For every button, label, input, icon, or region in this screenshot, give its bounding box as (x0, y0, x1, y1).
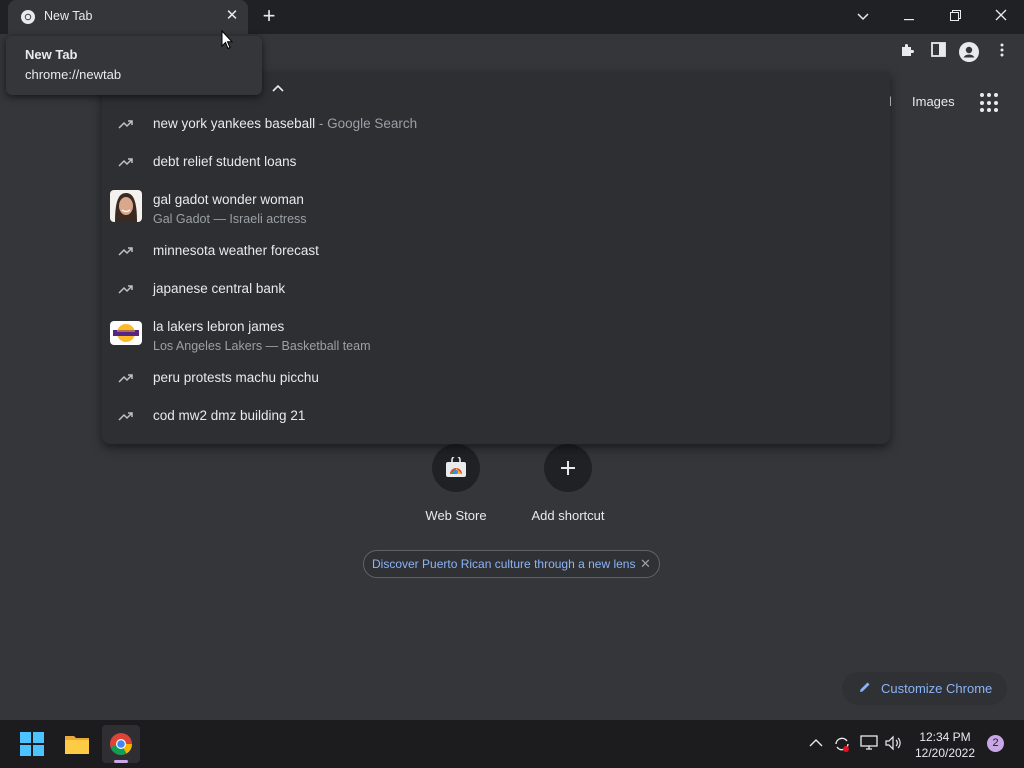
trending-icon (118, 247, 133, 256)
promo-close-icon[interactable]: ✕ (640, 556, 651, 572)
trending-icon (118, 374, 133, 383)
suggestion-text: gal gadot wonder woman (153, 192, 304, 207)
volume-icon[interactable] (884, 735, 902, 754)
suggestion-text: minnesota weather forecast (153, 243, 319, 258)
extensions-button[interactable] (896, 42, 918, 64)
shortcut-label: Web Store (425, 508, 487, 523)
network-icon[interactable] (860, 735, 878, 754)
web-store-icon (446, 457, 466, 477)
promo-text[interactable]: Discover Puerto Rican culture through a … (372, 557, 635, 571)
minimize-button[interactable] (894, 4, 924, 28)
tab-search-button[interactable] (848, 4, 878, 28)
suggestion-item[interactable]: japanese central bank (102, 271, 890, 309)
tab-new-tab[interactable]: New Tab ✕ (8, 0, 248, 34)
add-shortcut-tile (544, 444, 592, 492)
suggestion-item[interactable]: gal gadot wonder woman Gal Gadot — Israe… (102, 190, 890, 232)
notification-badge[interactable]: 2 (987, 735, 1004, 752)
suggestion-text: cod mw2 dmz building 21 (153, 408, 306, 423)
chevron-down-icon (857, 13, 869, 21)
lakers-logo-icon (110, 321, 142, 345)
suggestion-subtitle: Gal Gadot — Israeli actress (153, 212, 307, 226)
monitor-network-icon (860, 735, 878, 750)
suggestion-text: debt relief student loans (153, 154, 297, 169)
omnibox-suggestions-dropdown: new york yankees baseball - Google Searc… (102, 72, 890, 444)
suggestion-text: japanese central bank (153, 281, 286, 296)
suggestion-item[interactable]: new york yankees baseball - Google Searc… (102, 106, 890, 144)
tab-close-button[interactable]: ✕ (224, 8, 240, 24)
suggestion-item[interactable]: peru protests machu picchu (102, 360, 890, 398)
chrome-favicon-icon (21, 10, 35, 24)
hover-card-url: chrome://newtab (25, 67, 122, 82)
trending-icon (118, 285, 133, 294)
sync-icon[interactable] (833, 735, 851, 756)
kebab-menu-icon (1000, 43, 1004, 57)
suggestion-suffix: - Google Search (315, 116, 418, 131)
profile-button[interactable] (958, 42, 980, 64)
lakers-logo-thumbnail (110, 321, 142, 345)
chevron-up-icon[interactable] (270, 80, 286, 96)
trending-icon (118, 120, 133, 129)
side-panel-button[interactable] (927, 42, 949, 64)
start-button[interactable] (13, 725, 51, 763)
sync-status-icon (835, 737, 849, 752)
suggestion-item[interactable]: debt relief student loans (102, 144, 890, 182)
customize-chrome-button[interactable]: Customize Chrome (842, 672, 1007, 705)
windows-start-icon (20, 732, 44, 756)
trending-icon (118, 412, 133, 421)
restore-button[interactable] (940, 4, 970, 28)
suggestion-text: la lakers lebron james (153, 319, 285, 334)
suggestion-text: new york yankees baseball (153, 116, 316, 131)
clock-time: 12:34 PM (919, 730, 971, 744)
suggestion-text: peru protests machu picchu (153, 370, 319, 385)
google-apps-icon[interactable] (980, 93, 1000, 113)
images-link[interactable]: Images (912, 94, 955, 109)
person-photo-icon (110, 190, 142, 222)
shortcut-web-store[interactable]: Web Store (406, 444, 506, 523)
clock[interactable]: 12:34 PM 12/20/2022 (910, 729, 980, 761)
pencil-icon (860, 682, 870, 692)
side-panel-icon (930, 42, 946, 57)
trending-icon (118, 158, 133, 167)
web-store-tile (432, 444, 480, 492)
customize-label: Customize Chrome (881, 681, 993, 696)
chrome-icon (110, 733, 132, 763)
new-tab-button[interactable]: + (257, 5, 281, 29)
suggestion-subtitle: Los Angeles Lakers — Basketball team (153, 339, 371, 353)
hover-card-title: New Tab (25, 47, 78, 62)
tray-chevron-up-icon[interactable] (809, 735, 823, 751)
suggestion-item[interactable]: la lakers lebron james Los Angeles Laker… (102, 317, 890, 359)
minimize-icon (904, 19, 914, 21)
menu-button[interactable] (991, 42, 1013, 64)
close-window-button[interactable] (986, 4, 1016, 28)
puzzle-icon (902, 44, 914, 56)
tab-strip: New Tab ✕ + (0, 0, 1024, 34)
profile-icon (959, 42, 979, 62)
file-explorer-icon (65, 736, 89, 754)
file-explorer-button[interactable] (58, 725, 96, 763)
plus-icon (561, 461, 575, 475)
chrome-taskbar-button[interactable] (102, 725, 140, 763)
speaker-icon (885, 735, 901, 751)
tab-title: New Tab (44, 9, 93, 23)
close-icon (995, 9, 1007, 21)
gal-gadot-thumbnail (110, 190, 142, 222)
shortcut-add[interactable]: Add shortcut (518, 444, 618, 523)
mouse-cursor-icon (221, 30, 233, 50)
chevron-up-icon (809, 739, 823, 747)
windows-taskbar: 12:34 PM 12/20/2022 (0, 720, 1024, 768)
clock-date: 12/20/2022 (914, 746, 976, 760)
suggestion-item[interactable]: minnesota weather forecast (102, 233, 890, 271)
promo-chip[interactable]: Discover Puerto Rican culture through a … (363, 550, 660, 578)
shortcut-label: Add shortcut (531, 508, 605, 523)
restore-icon (949, 10, 961, 21)
suggestion-item[interactable]: cod mw2 dmz building 21 (102, 398, 890, 436)
